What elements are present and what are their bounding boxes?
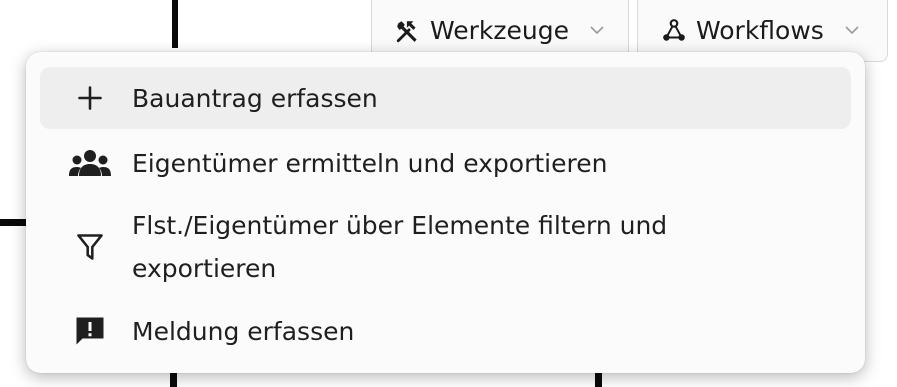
chevron-down-icon — [844, 23, 860, 39]
map-line — [170, 372, 177, 387]
werkzeuge-label: Werkzeuge — [430, 16, 569, 45]
menu-item-meldung-erfassen[interactable]: Meldung erfassen — [40, 300, 851, 362]
menu-item-label: Flst./Eigentümer über Elemente filtern u… — [132, 211, 668, 283]
workflow-icon — [660, 17, 688, 45]
people-icon — [68, 148, 112, 178]
menu-item-eigentuemer-ermitteln[interactable]: Eigentümer ermitteln und exportieren — [40, 132, 851, 194]
workflows-menu: Bauantrag erfassen Eigentümer ermitteln … — [26, 52, 865, 373]
tools-icon — [394, 17, 422, 45]
workflows-label: Workflows — [696, 16, 824, 45]
menu-item-label: Bauantrag erfassen — [132, 83, 378, 113]
menu-item-label: Meldung erfassen — [132, 316, 355, 346]
map-line — [595, 372, 602, 387]
filter-icon — [68, 232, 112, 262]
chevron-down-icon — [589, 23, 605, 39]
menu-item-label: Eigentümer ermitteln und exportieren — [132, 148, 608, 178]
plus-icon — [68, 84, 112, 112]
map-line — [172, 0, 178, 48]
menu-item-bauantrag-erfassen[interactable]: Bauantrag erfassen — [40, 67, 851, 129]
menu-item-flst-filtern[interactable]: Flst./Eigentümer über Elemente filtern u… — [40, 200, 851, 294]
report-icon — [68, 313, 112, 349]
